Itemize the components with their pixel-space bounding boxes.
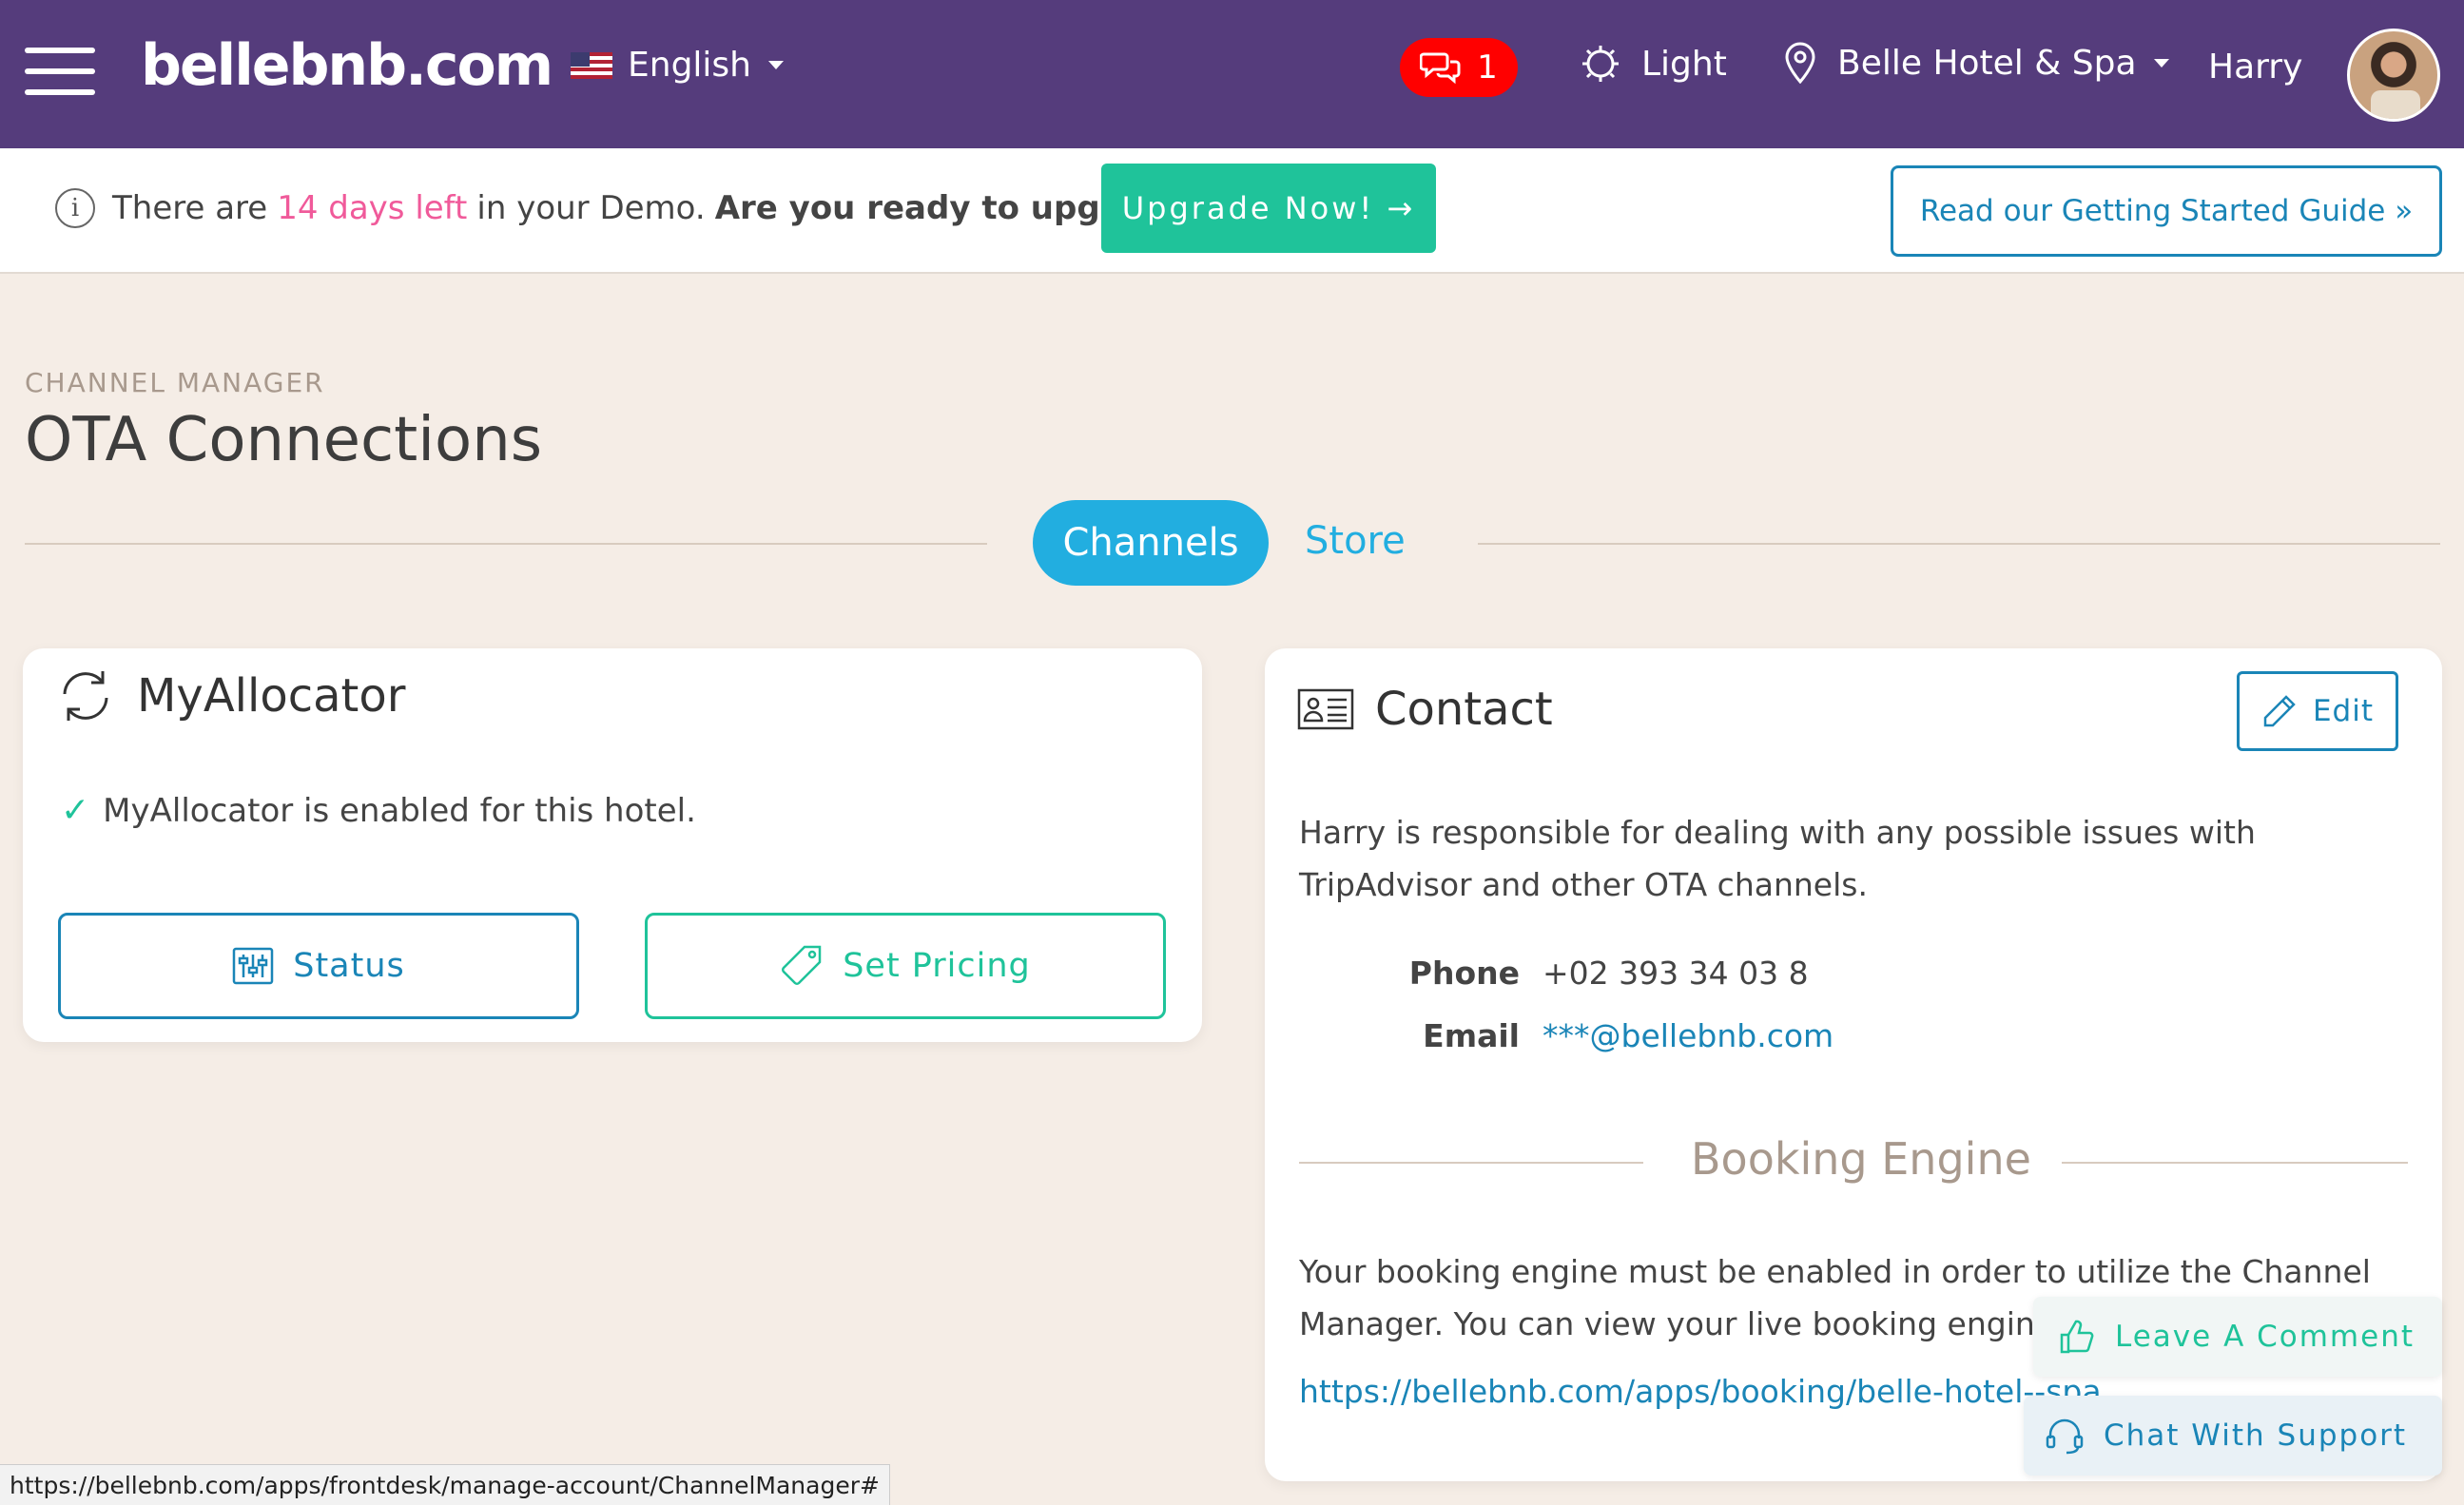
chat-bubbles-icon (1420, 52, 1461, 85)
comment-label: Leave A Comment (2115, 1320, 2415, 1354)
contact-title: Contact (1297, 683, 1553, 736)
language-selector[interactable]: English (571, 46, 784, 85)
getting-started-guide-button[interactable]: Read our Getting Started Guide » (1891, 165, 2442, 257)
myallocator-title-text: MyAllocator (137, 669, 406, 723)
pricing-label: Set Pricing (843, 947, 1031, 985)
theme-label: Light (1641, 44, 1727, 84)
divider (25, 543, 987, 545)
myallocator-card: MyAllocator ✓ MyAllocator is enabled for… (23, 648, 1202, 1042)
avatar[interactable] (2347, 29, 2440, 122)
edit-label: Edit (2312, 694, 2375, 728)
hotel-selector[interactable]: Belle Hotel & Spa (1784, 42, 2169, 84)
sync-icon (63, 671, 108, 721)
myallocator-title: MyAllocator (55, 666, 405, 726)
chat-support-button[interactable]: Chat With Support (2024, 1396, 2442, 1476)
contact-title-text: Contact (1375, 683, 1553, 736)
booking-engine-link[interactable]: https://bellebnb.com/apps/booking/belle-… (1299, 1373, 2107, 1410)
browser-status-url: https://bellebnb.com/apps/frontdesk/mana… (0, 1464, 890, 1505)
demo-message: i There are 14 days left in your Demo. A… (55, 188, 1202, 228)
headset-icon (2046, 1418, 2084, 1455)
divider (2062, 1162, 2408, 1164)
phone-value: +02 393 34 03 8 (1542, 955, 1809, 992)
contact-description: Harry is responsible for dealing with an… (1299, 814, 2256, 903)
theme-toggle[interactable]: Light (1581, 44, 1727, 84)
booking-engine-heading: Booking Engine (1691, 1133, 2031, 1185)
enabled-text: MyAllocator is enabled for this hotel. (103, 791, 696, 830)
info-icon: i (55, 188, 95, 228)
demo-prefix: There are (112, 189, 268, 227)
status-label: Status (293, 947, 405, 985)
pencil-icon (2263, 695, 2296, 727)
hotel-label: Belle Hotel & Spa (1837, 43, 2137, 83)
page-title: OTA Connections (25, 405, 543, 475)
email-link[interactable]: ***@bellebnb.com (1542, 1017, 1833, 1054)
messages-button[interactable]: 1 (1400, 38, 1518, 97)
logo[interactable]: bellebnb.com (141, 32, 553, 99)
enabled-status: ✓ MyAllocator is enabled for this hotel. (61, 791, 696, 830)
tab-channels[interactable]: Channels (1033, 500, 1269, 586)
phone-label: Phone (1408, 955, 1520, 992)
upgrade-now-button[interactable]: Upgrade Now! → (1101, 164, 1436, 253)
chevron-down-icon (2153, 58, 2169, 68)
status-button[interactable]: Status (58, 913, 579, 1019)
chat-label: Chat With Support (2104, 1418, 2408, 1453)
price-tag-icon (782, 945, 822, 985)
thumbs-up-icon (2060, 1320, 2094, 1354)
demo-middle: in your Demo. (476, 189, 706, 227)
chevron-down-icon (768, 61, 784, 69)
days-left: 14 days left (277, 189, 468, 227)
top-navbar: bellebnb.com English 1 Light Belle Hotel… (0, 0, 2464, 148)
us-flag-icon (571, 51, 612, 79)
email-row: Email ***@bellebnb.com (1406, 1017, 1833, 1054)
checkmark-icon: ✓ (61, 791, 90, 830)
divider (1478, 543, 2440, 545)
user-name[interactable]: Harry (2208, 48, 2302, 87)
phone-row: Phone +02 393 34 03 8 (1406, 955, 1809, 992)
messages-count: 1 (1477, 48, 1498, 87)
sun-icon (1582, 46, 1619, 82)
map-pin-icon (1785, 42, 1815, 84)
leave-comment-button[interactable]: Leave A Comment (2033, 1297, 2442, 1377)
breadcrumb: CHANNEL MANAGER (25, 367, 325, 398)
email-label: Email (1423, 1017, 1520, 1054)
divider (1299, 1162, 1643, 1164)
id-card-icon (1297, 688, 1354, 730)
language-label: English (628, 46, 751, 85)
edit-contact-button[interactable]: Edit (2237, 671, 2398, 751)
tab-store[interactable]: Store (1305, 519, 1406, 563)
menu-icon[interactable] (25, 48, 95, 95)
set-pricing-button[interactable]: Set Pricing (645, 913, 1166, 1019)
sliders-icon (232, 947, 274, 985)
